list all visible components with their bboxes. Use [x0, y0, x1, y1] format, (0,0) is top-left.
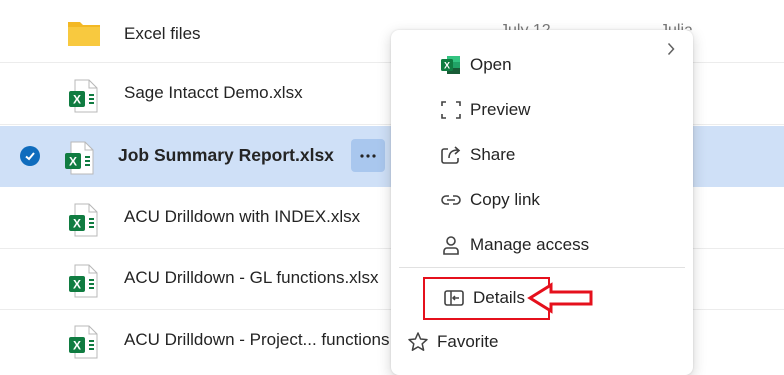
svg-text:X: X	[73, 339, 81, 353]
person-icon	[443, 236, 459, 255]
menu-item-label: Copy link	[470, 190, 540, 209]
svg-text:X: X	[73, 217, 81, 231]
chevron-right-icon	[667, 42, 675, 56]
star-icon	[408, 332, 428, 351]
preview-icon	[441, 101, 461, 119]
file-name[interactable]: ACU Drilldown - Project... functions	[124, 330, 389, 350]
excel-icon: X	[441, 56, 460, 74]
menu-item-label: Open	[470, 55, 512, 74]
file-name[interactable]: ACU Drilldown - GL functions.xlsx	[124, 268, 378, 288]
folder-icon	[68, 22, 100, 46]
svg-text:X: X	[73, 278, 81, 292]
excel-file-icon: X	[69, 325, 98, 359]
ellipsis-icon	[360, 153, 376, 158]
checkmark-icon[interactable]	[20, 146, 40, 166]
menu-item-label: Manage access	[470, 235, 590, 254]
more-options-button[interactable]	[351, 139, 385, 172]
file-name[interactable]: Job Summary Report.xlsx	[118, 145, 334, 166]
excel-file-icon: X	[69, 264, 98, 298]
excel-file-icon: X	[69, 79, 98, 113]
menu-item-label: Preview	[470, 100, 531, 119]
share-icon	[441, 146, 461, 164]
svg-text:X: X	[69, 155, 77, 169]
excel-file-icon: X	[65, 141, 94, 175]
file-name[interactable]: Excel files	[124, 24, 201, 44]
link-icon	[441, 195, 461, 205]
menu-item-share[interactable]: Share	[391, 135, 693, 175]
file-name[interactable]: Sage Intacct Demo.xlsx	[124, 83, 303, 103]
menu-item-manage-access[interactable]: Manage access	[391, 225, 693, 265]
menu-divider	[399, 267, 685, 268]
menu-item-open[interactable]: X Open	[391, 42, 693, 85]
svg-text:X: X	[444, 61, 450, 71]
excel-file-icon: X	[69, 203, 98, 237]
menu-item-preview[interactable]: Preview	[391, 90, 693, 130]
menu-item-favorite[interactable]: Favorite	[391, 322, 693, 362]
svg-text:X: X	[73, 93, 81, 107]
file-name[interactable]: ACU Drilldown with INDEX.xlsx	[124, 207, 360, 227]
context-menu: X Open Preview Share Copy link Manage ac…	[391, 30, 693, 375]
menu-item-label: Favorite	[437, 332, 499, 351]
menu-item-copy-link[interactable]: Copy link	[391, 180, 693, 220]
menu-item-label: Share	[470, 145, 516, 164]
annotation-arrow-icon	[527, 282, 593, 314]
